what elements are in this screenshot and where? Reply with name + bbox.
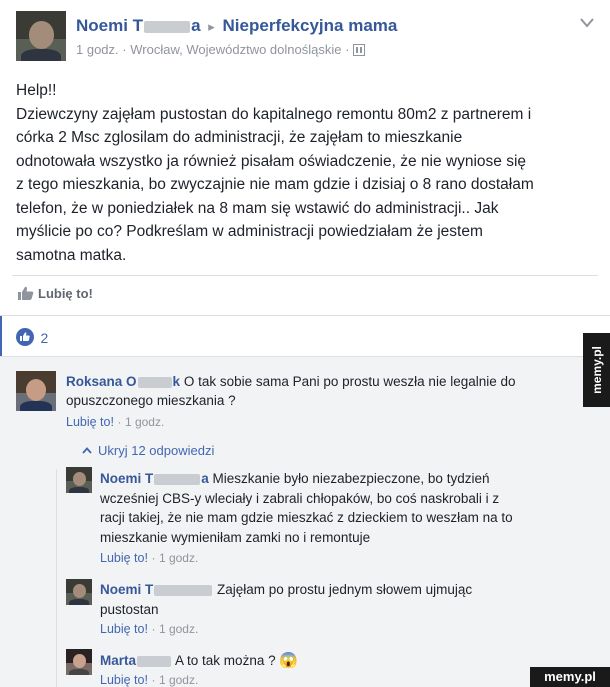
comments-section: Roksana Ok O tak sobie sama Pani po pros…	[0, 357, 610, 687]
comment-time[interactable]: 1 godz.	[125, 415, 164, 429]
post-meta: 1 godz. · Wrocław, Województwo dolnośląs…	[76, 42, 366, 57]
divider	[12, 275, 598, 276]
breadcrumb-arrow-icon: ▸	[208, 19, 215, 34]
reply-time[interactable]: 1 godz.	[159, 551, 198, 565]
facebook-post-card: Noemi Ta ▸ Nieperfekcyjna mama 1 godz. ·…	[0, 0, 610, 687]
reply-time[interactable]: 1 godz.	[159, 673, 198, 687]
audience-icon[interactable]	[353, 44, 366, 56]
hide-replies-link[interactable]: Ukryj 12 odpowiedzi	[82, 443, 214, 458]
post-header-line: Noemi Ta ▸ Nieperfekcyjna mama	[76, 16, 397, 36]
post-line: telefon, że w poniedziałek na 8 mam się …	[16, 199, 499, 217]
reply-author-name[interactable]: Noemi Ta	[100, 471, 209, 486]
post-body-text: Help!! Dziewczyny zajęłam pustostan do k…	[16, 79, 534, 267]
chevron-down-icon[interactable]	[580, 18, 594, 28]
shocked-emoji-icon: 😱	[279, 652, 299, 669]
comment-actions: Lubię to! · 1 godz.	[66, 415, 165, 429]
reply-avatar[interactable]	[66, 467, 92, 493]
comment-text: Roksana Ok O tak sobie sama Pani po pros…	[66, 374, 516, 408]
reply-text: Noemi Ta Mieszkanie było niezabezpieczon…	[100, 471, 513, 545]
reply-like-link[interactable]: Lubię to!	[100, 622, 148, 636]
reply-time[interactable]: 1 godz.	[159, 622, 198, 636]
post-line: z tego mieszkania, bo zwyczajnie nie mam…	[16, 176, 534, 193]
commenter-name[interactable]: Roksana Ok	[66, 374, 180, 389]
post-line: córka 2 Msc zglosilam do administracji, …	[16, 129, 463, 146]
reply-actions: Lubię to! · 1 godz.	[100, 551, 199, 565]
reply-text: Marta A to tak można ? 😱	[100, 652, 299, 669]
thumbs-up-icon	[18, 286, 34, 300]
reply-author-name[interactable]: Noemi T	[100, 582, 213, 597]
post-line: Help!!	[16, 82, 57, 99]
post-line: samotna matka.	[16, 246, 127, 264]
reply-author-name[interactable]: Marta	[100, 653, 172, 668]
author-avatar[interactable]	[16, 11, 66, 61]
watermark-side: memy.pl	[583, 333, 610, 407]
reactions-accent	[0, 316, 2, 356]
chevron-up-icon	[82, 447, 92, 454]
like-button[interactable]: Lubię to!	[18, 286, 93, 301]
watermark-bottom: memy.pl	[530, 667, 610, 687]
reply-avatar[interactable]	[66, 579, 92, 605]
reply-like-link[interactable]: Lubię to!	[100, 551, 148, 565]
reaction-summary[interactable]: 2	[16, 328, 48, 348]
comment-like-link[interactable]: Lubię to!	[66, 415, 114, 429]
post-location[interactable]: Wrocław, Województwo dolnośląskie	[130, 42, 341, 57]
commenter-avatar[interactable]	[16, 371, 56, 411]
post-line: odnotowała wszystko ja również pisałam o…	[16, 152, 527, 170]
post-line: myślicie po co? Podkreślam w administrac…	[16, 223, 483, 240]
post-line: Dziewczyny zajęłam pustostan do kapitaln…	[16, 105, 532, 123]
reply-avatar[interactable]	[66, 649, 92, 675]
reply-text: Noemi T Zajęłam po prostu jednym słowem …	[100, 582, 473, 617]
group-name-link[interactable]: Nieperfekcyjna mama	[223, 16, 398, 35]
like-reaction-icon	[16, 328, 34, 346]
reply-actions: Lubię to! · 1 godz.	[100, 673, 199, 687]
reactions-count: 2	[40, 330, 49, 346]
reactions-bar: 2	[0, 316, 610, 356]
reply-actions: Lubię to! · 1 godz.	[100, 622, 199, 636]
reply-like-link[interactable]: Lubię to!	[100, 673, 148, 687]
reply-thread-line	[56, 469, 57, 687]
author-name[interactable]: Noemi Ta	[76, 16, 201, 35]
post-time[interactable]: 1 godz.	[76, 42, 119, 57]
